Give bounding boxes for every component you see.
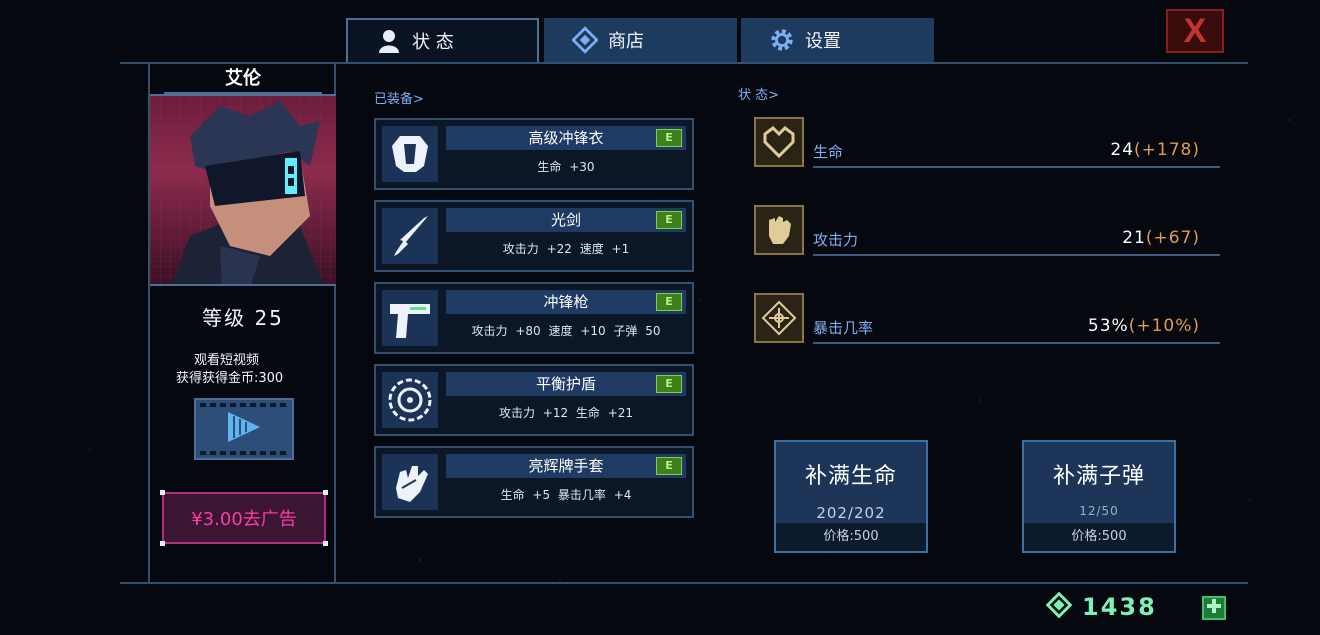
refill-hp-amount: 202/202	[816, 504, 886, 522]
plus-icon	[1206, 598, 1222, 618]
equip-name: 平衡护盾	[446, 372, 686, 396]
refill-ammo-title: 补满子弹	[1052, 464, 1145, 489]
stat-crit-bonus: (+10%)	[1128, 316, 1200, 336]
equipped-badge: E	[656, 375, 682, 393]
refill-hp-button[interactable]: 补满生命 202/202 价格:500	[774, 440, 928, 553]
equip-stats: 攻击力 +12 生命 +21	[498, 406, 634, 420]
stat-attack-label: 攻击力	[813, 231, 859, 249]
gear-icon	[769, 27, 795, 53]
equip-stats: 生命 +30	[537, 160, 595, 174]
stat-crit-value: 53%(+10%)	[1088, 316, 1200, 336]
equip-item-glove[interactable]: 亮辉牌手套 E 生命 +5 暴击几率 +4	[374, 446, 694, 518]
equip-item-shield[interactable]: 平衡护盾 E 攻击力 +12 生命 +21	[374, 364, 694, 436]
stat-hp-base: 24	[1110, 140, 1135, 160]
remove-ads-label: ¥3.00去广告	[191, 509, 297, 530]
tab-settings[interactable]: 设置	[741, 18, 934, 62]
equip-name: 光剑	[446, 208, 686, 232]
stat-hp-label: 生命	[813, 143, 844, 161]
stat-attack-base: 21	[1122, 228, 1146, 248]
stat-crit-base: 53%	[1087, 316, 1129, 336]
close-button[interactable]: X	[1166, 9, 1224, 53]
character-name: 艾伦	[164, 64, 322, 94]
stat-hp-bonus: (+178)	[1134, 140, 1200, 160]
tab-status[interactable]: 状 态	[346, 18, 539, 62]
character-level: 等级 25	[202, 306, 284, 330]
equip-stats: 攻击力 +22 速度 +1	[502, 242, 630, 256]
diamond-icon	[572, 26, 598, 54]
currency-amount: 1438	[1082, 593, 1157, 621]
refill-ammo-amount: 12/50	[1079, 504, 1119, 518]
stat-divider	[813, 166, 1220, 168]
currency-display: 1438	[1045, 591, 1157, 622]
refill-hp-price: 价格:500	[776, 523, 926, 551]
stat-divider	[813, 342, 1220, 344]
equip-item-gun[interactable]: 冲锋枪 E 攻击力 +80 速度 +10 子弹 50	[374, 282, 694, 354]
gem-icon	[1045, 591, 1073, 622]
corner-marker	[323, 541, 328, 546]
stat-attack-bonus: (+67)	[1145, 228, 1200, 248]
equip-stats: 攻击力 +80 速度 +10 子弹 50	[471, 324, 661, 338]
refill-ammo-button[interactable]: 补满子弹 12/50 价格:500	[1022, 440, 1176, 553]
tab-shop-label: 商店	[608, 31, 644, 52]
close-icon: X	[1183, 11, 1207, 50]
equipped-label: 已装备>	[374, 92, 424, 107]
equipped-badge: E	[656, 293, 682, 311]
tab-status-label: 状 态	[412, 32, 454, 53]
stat-crit-label: 暴击几率	[813, 319, 874, 337]
ad-reward-line1: 观看短视频	[194, 353, 260, 368]
heart-icon	[754, 117, 804, 167]
corner-marker	[160, 541, 165, 546]
corner-marker	[160, 490, 165, 495]
watch-video-button[interactable]	[194, 398, 294, 460]
equip-stats: 生命 +5 暴击几率 +4	[500, 488, 632, 502]
equipped-badge: E	[656, 457, 682, 475]
stat-attack-value: 21(+67)	[1122, 228, 1200, 248]
bottom-divider	[120, 582, 1248, 584]
corner-marker	[323, 490, 328, 495]
stat-hp-value: 24(+178)	[1110, 140, 1200, 160]
tab-settings-label: 设置	[805, 31, 841, 52]
add-currency-button[interactable]	[1202, 596, 1226, 620]
play-icon	[224, 410, 264, 448]
status-label: 状 态>	[738, 88, 780, 103]
crosshair-icon	[754, 293, 804, 343]
armor-icon	[382, 126, 438, 182]
character-portrait	[150, 94, 336, 286]
refill-ammo-price: 价格:500	[1024, 523, 1174, 551]
equip-item-armor[interactable]: 高级冲锋衣 E 生命 +30	[374, 118, 694, 190]
shield-icon	[382, 372, 438, 428]
refill-hp-title: 补满生命	[804, 464, 897, 489]
ad-reward-line2: 获得获得金币:300	[176, 371, 284, 386]
person-icon	[376, 28, 402, 54]
equip-name: 亮辉牌手套	[446, 454, 686, 478]
equipped-badge: E	[656, 129, 682, 147]
equipped-badge: E	[656, 211, 682, 229]
glove-icon	[382, 454, 438, 510]
sword-icon	[382, 208, 438, 264]
fist-icon	[754, 205, 804, 255]
equip-name: 冲锋枪	[446, 290, 686, 314]
gun-icon	[382, 290, 438, 346]
equip-name: 高级冲锋衣	[446, 126, 686, 150]
ad-reward-text: 观看短视频 获得获得金币:300	[176, 352, 283, 388]
character-panel: 艾伦 等级 25 观看短视频 获得获得金币:300 ¥3.00去广告	[148, 62, 336, 582]
tab-shop[interactable]: 商店	[544, 18, 737, 62]
remove-ads-button[interactable]: ¥3.00去广告	[160, 490, 328, 546]
stat-divider	[813, 254, 1220, 256]
equip-item-sword[interactable]: 光剑 E 攻击力 +22 速度 +1	[374, 200, 694, 272]
